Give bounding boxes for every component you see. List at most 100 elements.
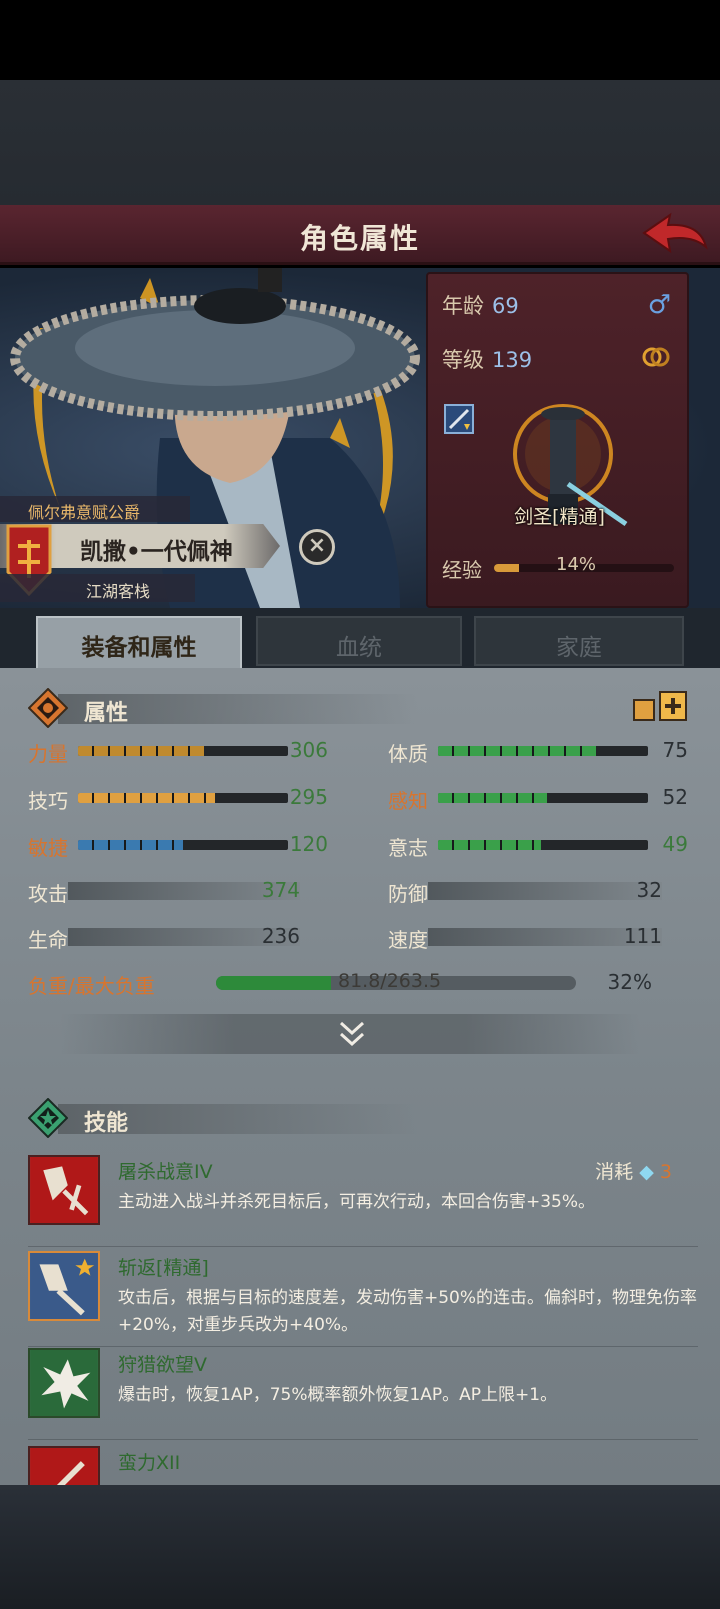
stat-value: 111 [623, 924, 662, 948]
title-bar: 角色属性 [0, 205, 720, 265]
noble-title: 佩尔弗意赋公爵 [0, 496, 190, 522]
stat-skill: 技巧 295 [28, 783, 338, 813]
stat-value: 306 [289, 738, 328, 762]
cost-label: 消耗 [595, 1161, 634, 1183]
stat-value: 236 [261, 924, 300, 948]
skill-name: 斩返[精通] [118, 1257, 209, 1279]
stat-bar-fill [438, 840, 541, 850]
age-value: 69 [492, 294, 519, 318]
age-label: 年龄 [442, 294, 484, 318]
stat-bar [438, 840, 648, 850]
stat-value: 32 [636, 878, 662, 902]
stat-agility: 敏捷 120 [28, 830, 338, 860]
stat-label: 攻击 [28, 882, 68, 906]
stat-label: 技巧 [28, 789, 68, 813]
stat-strength: 力量 306 [28, 736, 338, 766]
weapon-skill-icon[interactable] [444, 404, 474, 434]
level-value: 139 [492, 348, 533, 372]
bottom-backdrop [0, 1485, 720, 1609]
tab-bar: 装备和属性 血统 家庭 [0, 608, 720, 668]
carry-weight-label: 负重/最大负重 [28, 974, 155, 998]
skill-description: 爆击时，恢复1AP，75%概率额外恢复1AP。AP上限+1。 [118, 1385, 558, 1405]
attributes-section-header: 属性 [28, 688, 428, 728]
attributes-panel: 属性 力量 306 体质 75 技巧 295 感知 52 敏捷 120 意志 4… [0, 668, 720, 1485]
counter-slash-skill-icon[interactable] [28, 1251, 100, 1321]
stat-allocation-icon[interactable] [630, 686, 692, 726]
exp-label: 经验 [442, 558, 482, 582]
tab-equipment-attributes[interactable]: 装备和属性 [36, 616, 242, 668]
stat-label: 体质 [388, 742, 428, 766]
skill-item: 屠杀战意IV 消耗 ◆ 3 主动进入战斗并杀死目标后，可再次行动，本回合伤害+3… [28, 1155, 698, 1247]
stat-label: 生命 [28, 928, 68, 952]
tab-family[interactable]: 家庭 [474, 616, 684, 666]
double-chevron-down-icon [339, 1021, 365, 1047]
stat-bar-fill [438, 746, 596, 756]
attributes-section-label: 属性 [84, 701, 129, 726]
status-bar-area [0, 0, 720, 80]
stat-attack: 攻击 374 [28, 876, 310, 906]
stat-label: 力量 [28, 742, 68, 766]
skills-section-header: 技能 [28, 1098, 428, 1138]
exp-progress-fill [494, 564, 520, 572]
stat-bar-fill [78, 840, 183, 850]
skill-item: 狩猎欲望V 爆击时，恢复1AP，75%概率额外恢复1AP。AP上限+1。 [28, 1348, 698, 1440]
skill-description: 攻击后，根据与目标的速度差，发动伤害+50%的连击。偏斜时，物理免伤率+20%，… [118, 1288, 698, 1335]
stat-perception: 感知 52 [388, 783, 698, 813]
stat-value: 120 [289, 832, 328, 856]
top-backdrop [0, 80, 720, 205]
attributes-badge-icon [28, 688, 68, 728]
hunting-desire-skill-icon[interactable] [28, 1348, 100, 1418]
stat-bar [438, 746, 648, 756]
stat-value: 374 [261, 878, 300, 902]
skill-description: 主动进入战斗并杀死目标后，可再次行动，本回合伤害+35%。 [118, 1192, 596, 1212]
exp-percent: 14% [556, 554, 597, 575]
skill-cost: 消耗 ◆ 3 [595, 1157, 672, 1184]
stat-bar-fill [78, 793, 215, 803]
carry-weight-fill [216, 976, 332, 990]
age-row: 年龄 69 [442, 290, 519, 320]
level-label: 等级 [442, 348, 484, 372]
stat-track [428, 882, 662, 900]
slaughter-skill-icon[interactable] [28, 1155, 100, 1225]
tab-bloodline[interactable]: 血统 [256, 616, 462, 666]
skill-item: 斩返[精通] 攻击后，根据与目标的速度差，发动伤害+50%的连击。偏斜时，物理免… [28, 1251, 698, 1347]
cost-value: 3 [659, 1161, 672, 1183]
stat-constitution: 体质 75 [388, 736, 698, 766]
skill-name: 蛮力XII [118, 1452, 181, 1474]
gem-icon: ◆ [639, 1161, 654, 1183]
stat-bar-fill [438, 793, 548, 803]
stat-label: 速度 [388, 928, 428, 952]
class-name: 剑圣[精通] [514, 506, 605, 528]
carry-weight-value: 81.8/263.5 [338, 970, 442, 992]
stat-bar [78, 840, 288, 850]
level-row: 等级 139 [442, 344, 532, 374]
stat-bar-fill [78, 746, 204, 756]
brute-force-skill-icon[interactable] [28, 1446, 100, 1485]
carry-weight-percent: 32% [607, 970, 652, 994]
back-arrow-icon[interactable] [640, 211, 710, 259]
stat-label: 感知 [388, 789, 428, 813]
stat-will: 意志 49 [388, 830, 698, 860]
close-icon[interactable]: × [299, 529, 335, 565]
expand-attributes-button[interactable] [60, 1014, 640, 1054]
character-info-panel: 年龄 69 ♂ 等级 139 剑圣[精通] 经验 14% [426, 272, 689, 608]
divider [28, 1346, 698, 1347]
skill-name: 狩猎欲望V [118, 1354, 207, 1376]
skill-name: 屠杀战意IV [118, 1161, 213, 1183]
ring-icon[interactable] [641, 346, 671, 368]
location-label: 江湖客栈 [0, 574, 195, 602]
stat-value: 52 [662, 785, 688, 809]
stat-label: 敏捷 [28, 836, 68, 860]
divider [28, 1439, 698, 1440]
character-name: 凯撒•一代佩神 [80, 539, 233, 565]
skill-item: 蛮力XII [28, 1446, 698, 1485]
stat-value: 295 [289, 785, 328, 809]
stat-health: 生命 236 [28, 922, 310, 952]
divider [28, 1246, 698, 1247]
stat-value: 49 [662, 832, 688, 856]
stat-bar [438, 793, 648, 803]
skills-badge-icon [28, 1098, 68, 1138]
stat-defense: 防御 32 [388, 876, 672, 906]
male-icon: ♂ [647, 290, 671, 320]
skills-section-label: 技能 [84, 1111, 129, 1136]
